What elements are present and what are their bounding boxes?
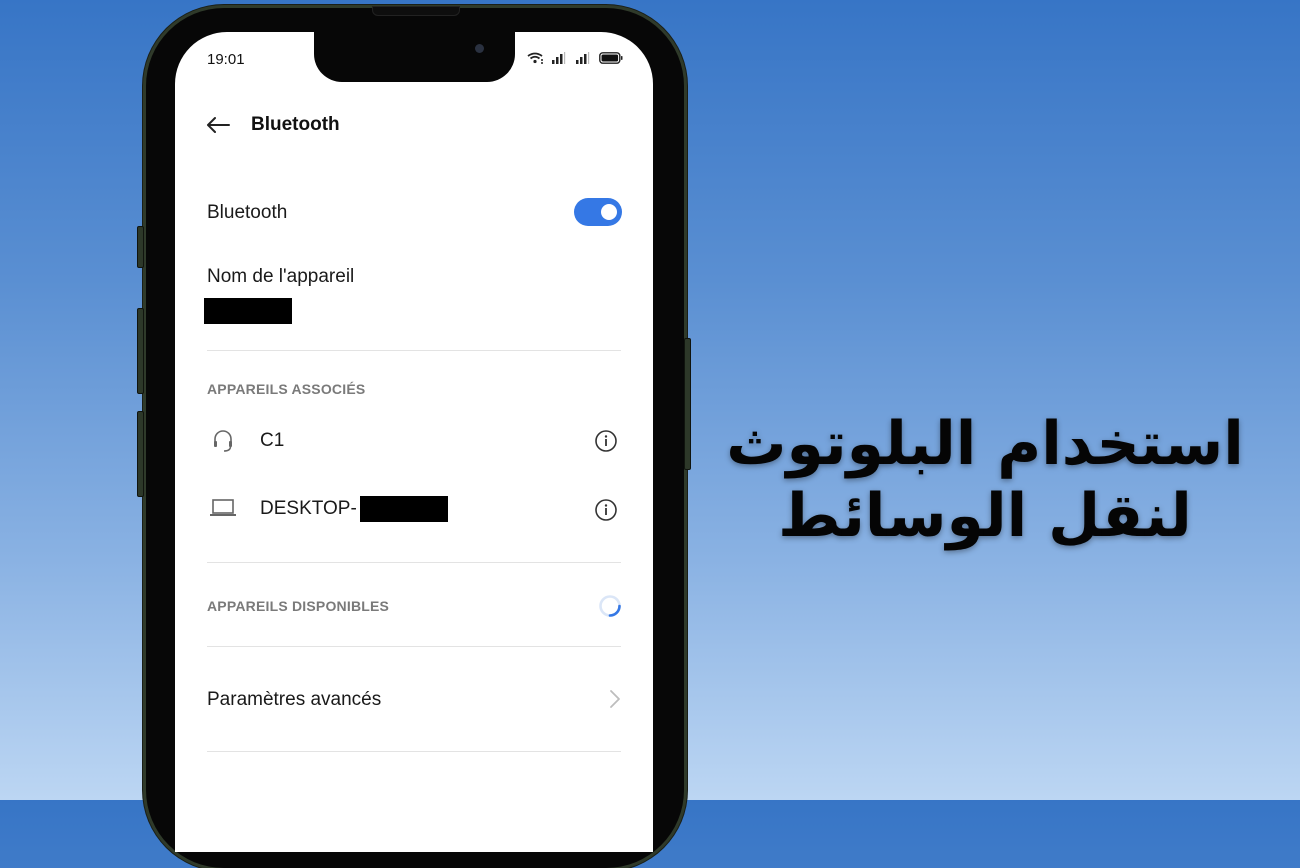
page-header: Bluetooth [205,114,340,136]
info-icon[interactable] [594,429,618,453]
divider [207,562,621,563]
device-name-label: Nom de l'appareil [207,266,355,287]
divider [207,350,621,351]
overlay-title: استخدام البلوتوث لنقل الوسائط [726,409,1244,551]
notch [314,32,515,82]
bluetooth-toggle-label: Bluetooth [207,202,288,223]
device-name: DESKTOP- [260,498,357,519]
divider [207,646,621,647]
speaker-grille [372,6,460,16]
headset-icon [214,430,232,452]
volume-down-button [137,411,144,497]
signal-icon-sim1 [552,52,566,64]
divider [207,751,621,752]
device-name-suffix-redacted [360,496,448,522]
bluetooth-toggle[interactable] [574,198,622,226]
page-title: Bluetooth [251,114,340,135]
toggle-knob [601,204,617,220]
power-button [684,338,691,470]
laptop-icon [210,499,236,516]
loading-spinner-icon [599,595,621,617]
status-time: 19:01 [207,51,245,68]
arrow-left-icon[interactable] [205,115,231,135]
action-button [137,226,144,268]
signal-icon-sim2 [576,52,590,64]
info-icon[interactable] [594,498,618,522]
paired-devices-header: APPAREILS ASSOCIÉS [207,381,366,397]
wifi-icon [527,52,543,64]
status-icons [527,52,623,64]
front-camera [475,44,484,53]
volume-up-button [137,308,144,394]
available-devices-header: APPAREILS DISPONIBLES [207,598,390,614]
chevron-right-icon [610,690,620,708]
device-name-value-redacted [204,298,292,324]
phone-frame: 19:01 Bluetooth Bluetooth Nom de l'appar… [137,6,691,868]
advanced-settings-label: Paramètres avancés [207,689,382,710]
device-name: C1 [260,430,285,451]
phone-screen: 19:01 Bluetooth Bluetooth Nom de l'appar… [175,32,653,852]
battery-icon [599,52,623,64]
